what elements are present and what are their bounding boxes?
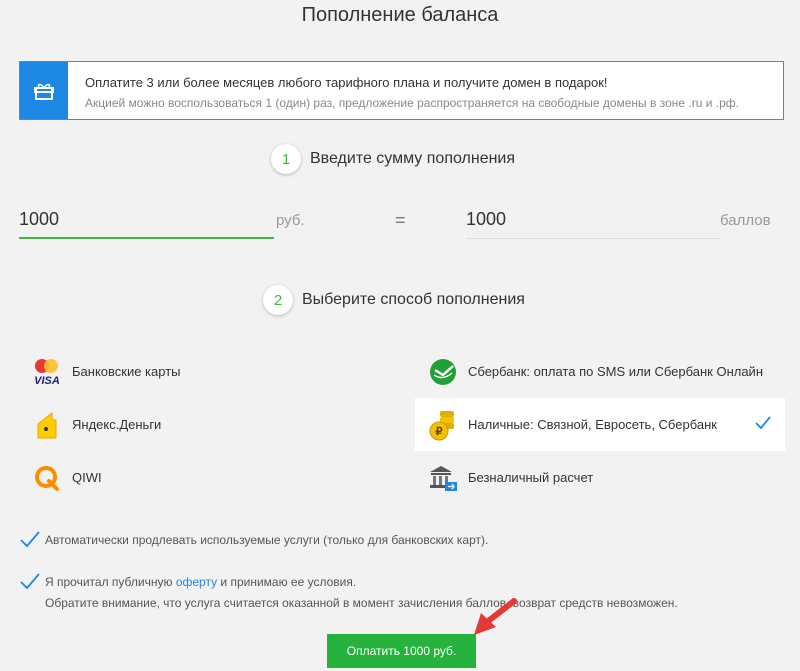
- amount-unit: руб.: [276, 212, 305, 229]
- autorenew-label: Автоматически продлевать используемые ус…: [45, 533, 489, 547]
- step-1: 1 Введите сумму пополнения: [271, 144, 515, 174]
- offer-text-after: и принимаю ее условия.: [220, 575, 357, 589]
- yandex-money-icon: [31, 409, 63, 441]
- step-2: 2 Выберите способ пополнения: [263, 285, 525, 315]
- page-title: Пополнение баланса: [301, 4, 499, 26]
- selected-check-icon: [755, 416, 771, 430]
- promo-banner: Оплатите 3 или более месяцев любого тари…: [19, 61, 784, 120]
- offer-line: Я прочитал публичную оферту и принимаю е…: [45, 572, 678, 593]
- step-2-label: Выберите способ пополнения: [302, 291, 525, 308]
- method-label: Банковские карты: [72, 364, 181, 379]
- step-2-number: 2: [263, 285, 293, 315]
- method-cash[interactable]: ₽ Наличные: Связной, Евросеть, Сбербанк: [415, 398, 785, 451]
- svg-text:VISA: VISA: [34, 375, 60, 387]
- points-input[interactable]: 1000: [466, 207, 720, 239]
- offer-link[interactable]: оферту: [176, 575, 217, 589]
- cash-coins-icon: ₽: [427, 409, 459, 441]
- method-sberbank[interactable]: Сбербанк: оплата по SMS или Сбербанк Онл…: [415, 345, 785, 398]
- method-label: Яндекс.Деньги: [72, 417, 162, 432]
- equals-sign: =: [395, 210, 406, 230]
- bank-transfer-icon: [427, 462, 459, 494]
- method-bank-cards[interactable]: VISA Банковские карты: [19, 345, 389, 398]
- autorenew-checkbox-icon[interactable]: [19, 530, 41, 550]
- pay-button[interactable]: Оплатить 1000 руб.: [327, 634, 476, 668]
- method-label: Безналичный расчет: [468, 470, 594, 485]
- gift-icon: [34, 83, 54, 100]
- mastercard-visa-icon: VISA: [31, 356, 63, 388]
- method-yandex-money[interactable]: Яндекс.Деньги: [19, 398, 389, 451]
- autorenew-option[interactable]: Автоматически продлевать используемые ус…: [19, 530, 488, 551]
- method-label: Сбербанк: оплата по SMS или Сбербанк Онл…: [468, 364, 764, 379]
- method-label: QIWI: [72, 470, 102, 485]
- method-qiwi[interactable]: QIWI: [19, 451, 389, 504]
- promo-sub-text: Акцией можно воспользоваться 1 (один) ра…: [85, 96, 739, 110]
- points-unit: баллов: [720, 212, 771, 229]
- method-bank-transfer[interactable]: Безналичный расчет: [415, 451, 785, 504]
- promo-main-text: Оплатите 3 или более месяцев любого тари…: [85, 75, 608, 90]
- red-arrow-icon: [474, 598, 517, 635]
- qiwi-icon: [31, 462, 63, 494]
- step-1-number: 1: [271, 144, 301, 174]
- offer-checkbox-icon[interactable]: [19, 572, 41, 592]
- amount-input[interactable]: 1000: [19, 207, 274, 239]
- sberbank-icon: [427, 356, 459, 388]
- svg-text:₽: ₽: [436, 426, 443, 438]
- offer-option[interactable]: Я прочитал публичную оферту и принимаю е…: [19, 572, 678, 614]
- step-1-label: Введите сумму пополнения: [310, 150, 516, 167]
- promo-icon-box: [20, 62, 68, 119]
- refund-notice: Обратите внимание, что услуга считается …: [45, 596, 678, 610]
- offer-text-before: Я прочитал публичную: [45, 575, 173, 589]
- method-label: Наличные: Связной, Евросеть, Сбербанк: [468, 417, 717, 432]
